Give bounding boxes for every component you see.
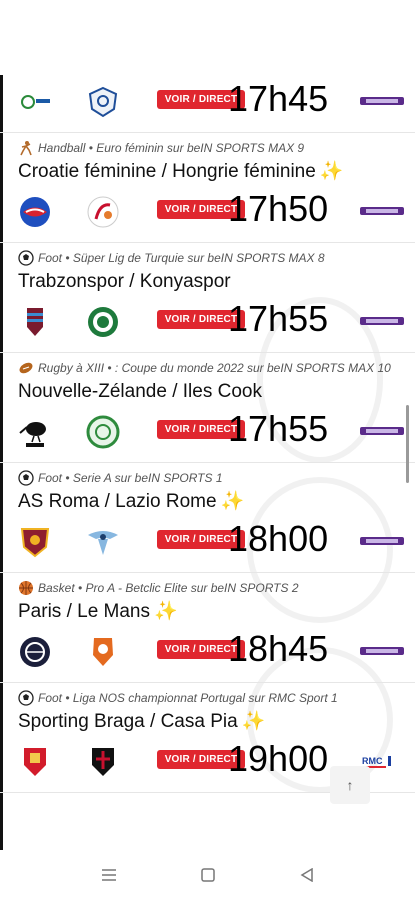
match-time: 18h00 [228,518,329,559]
match-row[interactable]: VOIR / DIRECT 17h45 [0,75,415,133]
match-time: 17h55 [228,408,329,449]
bein-sports-icon [360,317,404,325]
le-mans-basket-icon [93,638,113,666]
match-title: Trabzonspor / Konyaspor [0,267,415,295]
bein-sports-icon [360,427,404,435]
match-row[interactable]: Rugby à XIII • : Coupe du monde 2022 sur… [0,353,415,463]
match-row[interactable]: Foot • Serie A sur beIN SPORTS 1 AS Roma… [0,463,415,573]
system-navigation-bar [0,850,415,900]
bein-sports-icon [360,97,404,105]
menu-icon[interactable] [98,864,120,886]
featured-star-icon: ✨ [241,711,266,732]
competition-text: Basket • Pro A - Betclic Elite sur beIN … [38,581,299,595]
croatia-federation-icon [20,197,50,227]
trabzonspor-crest-icon [27,308,43,336]
match-row[interactable]: Handball • Euro féminin sur beIN SPORTS … [0,133,415,243]
competition-text: Foot • Süper Lig de Turquie sur beIN SPO… [38,251,325,265]
cook-islands-crest-icon [86,415,120,449]
crest-icon [88,86,118,118]
match-title: Paris / Le Mans ✨ [0,597,415,625]
football-icon [18,470,34,486]
basketball-icon [19,581,33,595]
match-row[interactable]: Foot • Süper Lig de Turquie sur beIN SPO… [0,243,415,353]
featured-star-icon: ✨ [220,491,245,512]
square-home-icon[interactable] [197,864,219,886]
match-title: Croatie féminine / Hongrie féminine ✨ [0,157,415,185]
bein-sports-icon [360,647,404,655]
featured-star-icon: ✨ [154,601,178,622]
competition-text: Handball • Euro féminin sur beIN SPORTS … [38,141,305,155]
competition-text: Rugby à XIII • : Coupe du monde 2022 sur… [38,361,391,375]
match-time: 17h55 [228,298,329,339]
competition-info: Foot • Liga NOS championnat Portugal sur… [0,683,415,707]
match-time: 19h00 [228,738,329,779]
braga-crest-icon [24,748,46,776]
football-icon [18,690,34,706]
bein-sports-icon [360,207,404,215]
match-row[interactable]: Basket • Pro A - Betclic Elite sur beIN … [0,573,415,683]
svg-text:RMC: RMC [362,756,383,766]
scrollbar[interactable] [406,405,409,483]
scroll-to-top-button[interactable]: ↑ [330,766,370,804]
handball-icon [20,141,32,156]
competition-info: Foot • Süper Lig de Turquie sur beIN SPO… [0,243,415,267]
competition-info: Basket • Pro A - Betclic Elite sur beIN … [0,573,415,597]
match-time: 18h45 [228,628,329,669]
paris-basketball-icon [20,637,50,667]
club-crest-icon [21,95,50,109]
teams-label: AS Roma / Lazio Rome [18,491,217,512]
football-icon [18,250,34,266]
match-title: Sporting Braga / Casa Pia ✨ [0,707,415,735]
match-time: 17h50 [228,188,329,229]
match-list[interactable]: VOIR / DIRECT 17h45 Handball • Euro fémi… [0,75,415,850]
triangle-back-icon[interactable] [296,864,318,886]
teams-label: Croatie féminine / Hongrie féminine [18,161,316,182]
featured-star-icon: ✨ [319,161,344,182]
teams-label: Nouvelle-Zélande / Iles Cook [18,381,262,402]
competition-info: Rugby à XIII • : Coupe du monde 2022 sur… [0,353,415,377]
match-title: Nouvelle-Zélande / Iles Cook [0,377,415,405]
kiwis-logo-icon [19,422,46,447]
konyaspor-crest-icon [88,307,118,337]
lazio-eagle-icon [88,531,118,555]
rugby-icon [19,362,33,374]
hungary-handball-icon [87,196,119,228]
bein-sports-icon [360,537,404,545]
match-time: 17h45 [228,78,329,119]
match-title: AS Roma / Lazio Rome ✨ [0,487,415,515]
competition-text: Foot • Liga NOS championnat Portugal sur… [38,691,338,705]
teams-label: Paris / Le Mans [18,601,150,622]
competition-info: Handball • Euro féminin sur beIN SPORTS … [0,133,415,157]
as-roma-crest-icon [20,528,50,558]
casa-pia-crest-icon [92,748,114,776]
teams-label: Sporting Braga / Casa Pia [18,711,238,732]
competition-info: Foot • Serie A sur beIN SPORTS 1 [0,463,415,487]
arrow-up-icon: ↑ [346,777,354,793]
teams-label: Trabzonspor / Konyaspor [18,271,231,292]
competition-text: Foot • Serie A sur beIN SPORTS 1 [38,471,223,485]
